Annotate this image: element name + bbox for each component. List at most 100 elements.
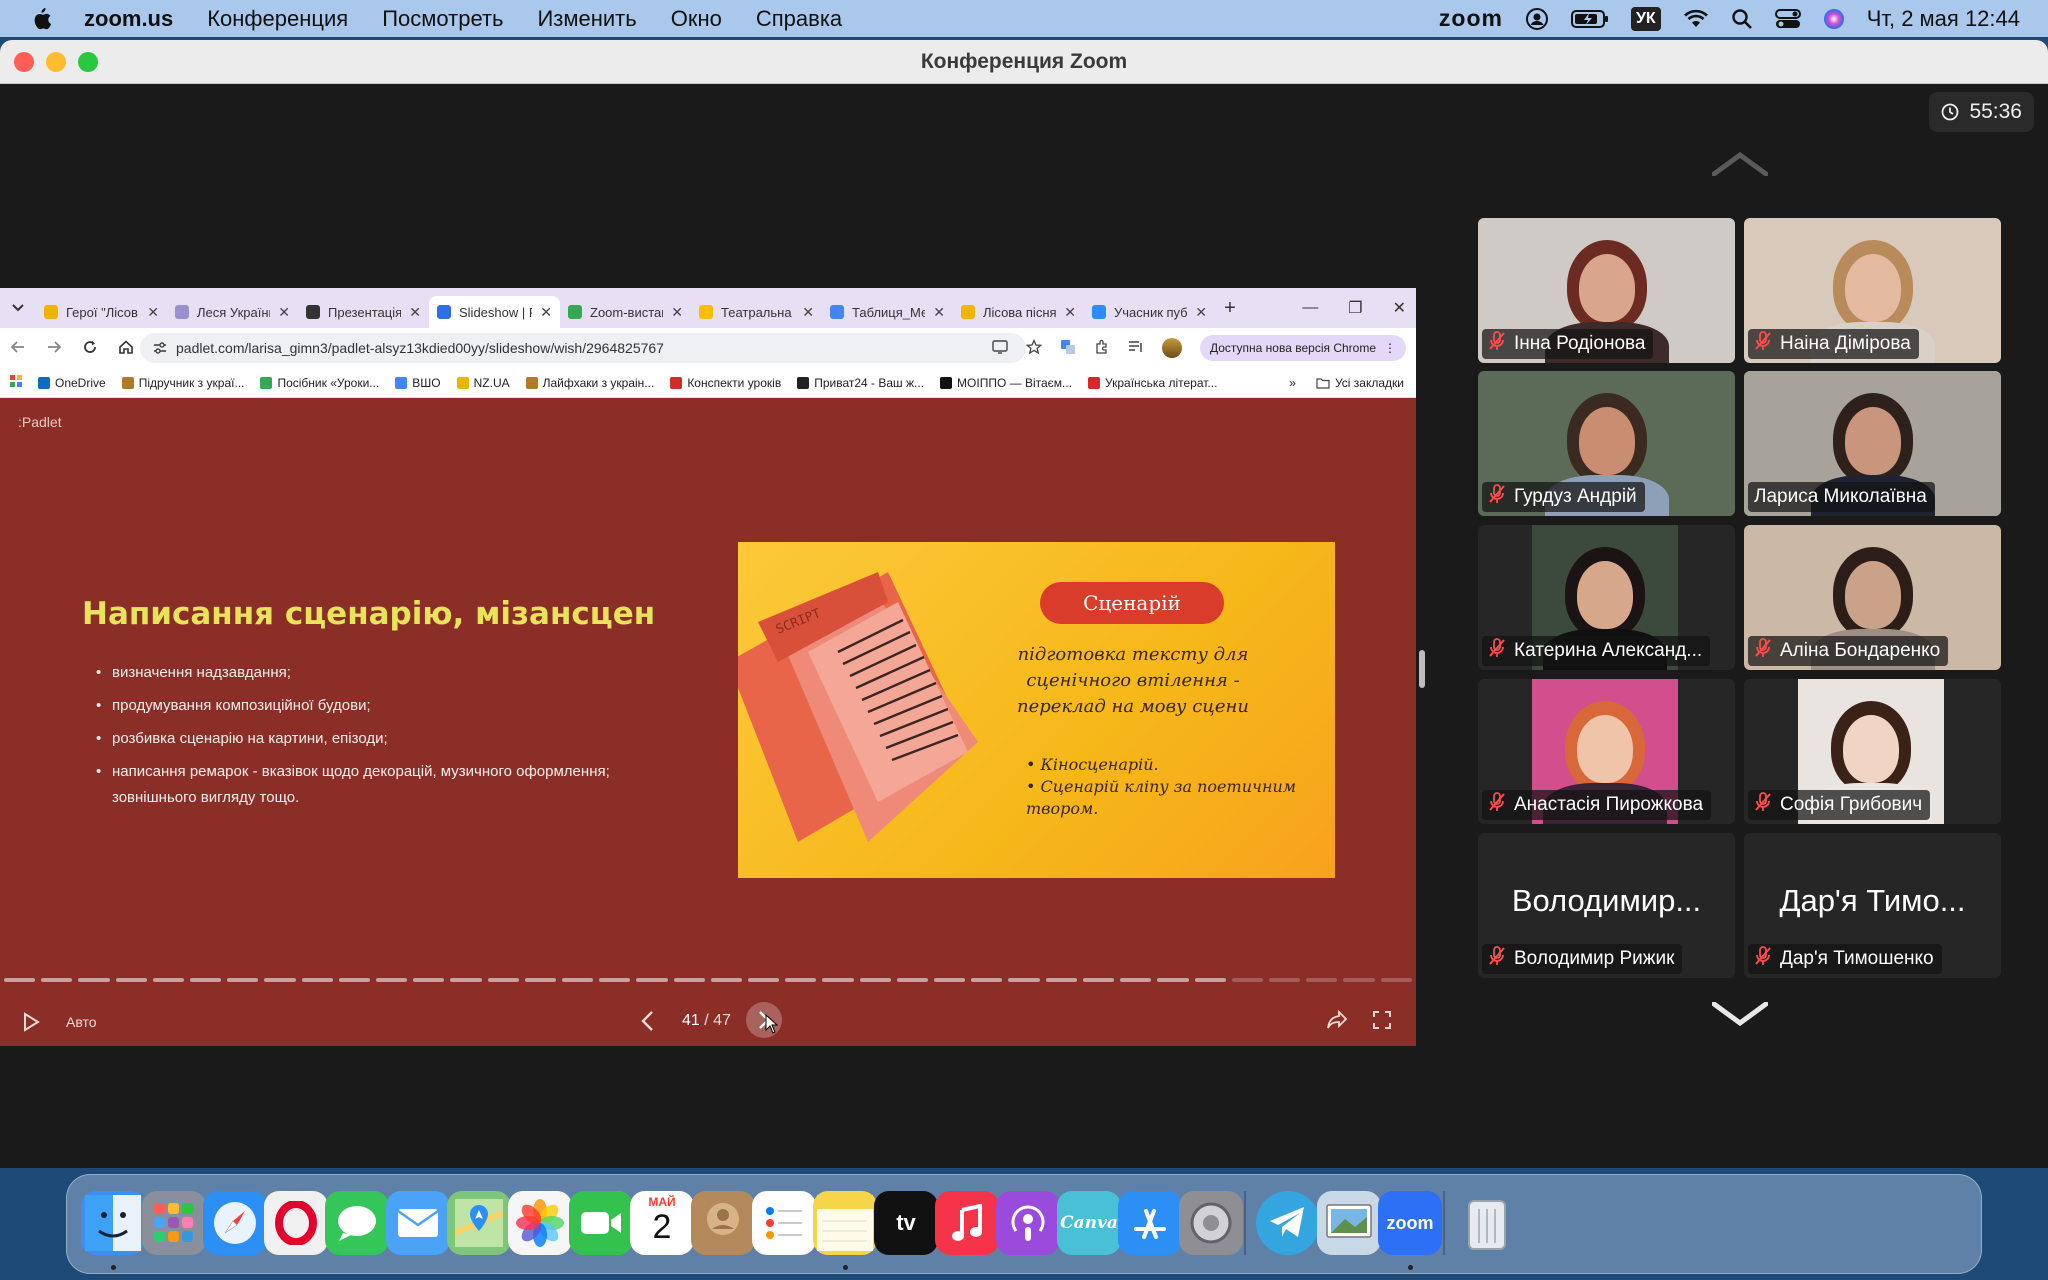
system-settings-icon[interactable] xyxy=(1179,1191,1243,1255)
gallery-scroll-up-button[interactable] xyxy=(1711,151,1769,181)
launchpad-icon[interactable] xyxy=(142,1191,206,1255)
maximize-window-button[interactable] xyxy=(78,52,98,72)
finder-icon[interactable] xyxy=(81,1191,145,1255)
panel-resize-handle[interactable] xyxy=(1419,650,1425,688)
gallery-scroll-down-button[interactable] xyxy=(1711,1001,1769,1031)
participant-tile[interactable]: Катерина Александ... xyxy=(1478,525,1735,670)
reminders-icon[interactable] xyxy=(752,1191,816,1255)
apple-icon[interactable] xyxy=(30,0,74,37)
participant-tile[interactable]: Дар'я Тимо... Дар'я Тимошенко xyxy=(1744,833,2001,978)
browser-tab[interactable]: Герої "Лісов ✕ xyxy=(36,296,167,328)
translate-icon[interactable] xyxy=(1060,339,1076,358)
user-account-icon[interactable] xyxy=(1525,7,1549,31)
safari-icon[interactable] xyxy=(203,1191,267,1255)
notes-icon[interactable] xyxy=(813,1191,877,1255)
participant-tile[interactable]: Софія Грибович xyxy=(1744,679,2001,824)
browser-tab[interactable]: Учасник пуб ✕ xyxy=(1084,296,1215,328)
home-icon[interactable] xyxy=(118,339,134,358)
padlet-logo[interactable]: :Padlet xyxy=(18,414,62,430)
minimize-window-button[interactable] xyxy=(46,52,66,72)
tab-close-icon[interactable]: ✕ xyxy=(409,304,421,321)
menu-view[interactable]: Посмотреть xyxy=(382,6,503,32)
tab-close-icon[interactable]: ✕ xyxy=(540,304,552,321)
browser-close-button[interactable]: ✕ xyxy=(1393,298,1406,318)
control-center-icon[interactable] xyxy=(1774,8,1801,30)
bookmark-item[interactable]: Приват24 - Ваш ж... xyxy=(797,376,924,390)
bookmark-item[interactable]: OneDrive xyxy=(38,376,106,390)
participant-tile[interactable]: Лариса Миколаївна xyxy=(1744,371,2001,516)
siri-icon[interactable] xyxy=(1823,8,1845,30)
browser-tab[interactable]: Лісова пісня ✕ xyxy=(953,296,1084,328)
tab-close-icon[interactable]: ✕ xyxy=(147,304,159,321)
all-bookmarks-folder[interactable]: Усі закладки xyxy=(1316,376,1404,390)
previous-slide-button[interactable] xyxy=(640,1010,656,1036)
browser-tab[interactable]: Zoom-вистав ✕ xyxy=(560,296,691,328)
keyboard-layout-indicator[interactable]: УК xyxy=(1630,6,1661,31)
menu-help[interactable]: Справка xyxy=(756,6,842,32)
menu-edit[interactable]: Изменить xyxy=(537,6,636,32)
app-menu[interactable]: zoom.us xyxy=(84,6,173,32)
slideshow-progress[interactable] xyxy=(4,978,1412,982)
browser-tab[interactable]: Театральна ✕ xyxy=(691,296,822,328)
tab-close-icon[interactable]: ✕ xyxy=(278,304,290,321)
zoom-status-icon[interactable]: zoom xyxy=(1439,5,1503,32)
menubar-clock[interactable]: Чт, 2 мая 12:44 xyxy=(1867,6,2020,32)
forward-arrow-icon[interactable] xyxy=(46,339,62,358)
calendar-icon[interactable]: МАЙ 2 xyxy=(630,1191,694,1255)
close-window-button[interactable] xyxy=(14,52,34,72)
menu-conference[interactable]: Конференция xyxy=(207,6,348,32)
profile-avatar[interactable] xyxy=(1161,338,1182,358)
bookmark-star-icon[interactable] xyxy=(1025,338,1043,358)
photos-icon[interactable] xyxy=(508,1191,572,1255)
browser-tab[interactable]: Презентація ✕ xyxy=(298,296,429,328)
bookmark-item[interactable]: Українська літерат... xyxy=(1088,376,1217,390)
share-icon[interactable] xyxy=(1326,1009,1348,1034)
tab-close-icon[interactable]: ✕ xyxy=(1195,304,1207,321)
zoom-icon[interactable]: zoom xyxy=(1378,1191,1442,1255)
participant-tile[interactable]: Анастасія Пирожкова xyxy=(1478,679,1735,824)
trash-icon[interactable] xyxy=(1455,1191,1519,1255)
address-bar[interactable]: padlet.com/larisa_gimn3/padlet-alsyz13kd… xyxy=(140,333,1026,363)
bookmarks-overflow-icon[interactable]: » xyxy=(1289,376,1296,390)
participant-tile[interactable]: Гурдуз Андрій xyxy=(1478,371,1735,516)
facetime-icon[interactable] xyxy=(569,1191,633,1255)
chrome-update-button[interactable]: Доступна нова версія Chrome ⋮ xyxy=(1199,335,1406,361)
new-tab-button[interactable]: + xyxy=(1215,297,1245,320)
play-icon[interactable] xyxy=(22,1012,40,1036)
browser-tab[interactable]: Таблиця_Ме ✕ xyxy=(822,296,953,328)
app-store-icon[interactable] xyxy=(1118,1191,1182,1255)
reading-list-icon[interactable] xyxy=(1128,340,1144,357)
mail-icon[interactable] xyxy=(386,1191,450,1255)
reload-icon[interactable] xyxy=(82,339,98,358)
participant-tile[interactable]: Аліна Бондаренко xyxy=(1744,525,2001,670)
autoplay-label[interactable]: Авто xyxy=(66,1014,97,1030)
participant-tile[interactable]: Володимир... Володимир Рижик xyxy=(1478,833,1735,978)
telegram-icon[interactable] xyxy=(1256,1191,1320,1255)
apps-grid-icon[interactable] xyxy=(10,375,22,390)
podcasts-icon[interactable] xyxy=(996,1191,1060,1255)
cast-icon[interactable] xyxy=(992,339,1008,357)
participant-tile[interactable]: Наіна Дімірова xyxy=(1744,218,2001,363)
messages-icon[interactable] xyxy=(325,1191,389,1255)
bookmark-item[interactable]: Посібник «Уроки... xyxy=(260,376,379,390)
fullscreen-icon[interactable] xyxy=(1372,1010,1392,1034)
bookmark-item[interactable]: NZ.UA xyxy=(456,376,510,390)
tab-close-icon[interactable]: ✕ xyxy=(802,304,814,321)
contacts-icon[interactable] xyxy=(691,1191,755,1255)
tab-close-icon[interactable]: ✕ xyxy=(933,304,945,321)
site-settings-icon[interactable] xyxy=(152,340,168,359)
tab-close-icon[interactable]: ✕ xyxy=(671,304,683,321)
bookmark-item[interactable]: ВШО xyxy=(395,376,441,390)
url-text[interactable]: padlet.com/larisa_gimn3/padlet-alsyz13kd… xyxy=(176,340,664,356)
browser-restore-button[interactable]: ❐ xyxy=(1348,298,1362,318)
tab-search-icon[interactable] xyxy=(0,301,36,315)
menu-window[interactable]: Окно xyxy=(671,6,722,32)
preview-icon[interactable] xyxy=(1317,1191,1381,1255)
bookmark-item[interactable]: МОІППО — Вітаєм... xyxy=(940,376,1072,390)
spotlight-search-icon[interactable] xyxy=(1731,8,1753,30)
opera-icon[interactable] xyxy=(264,1191,328,1255)
canva-icon[interactable]: Canva xyxy=(1057,1191,1121,1255)
bookmark-item[interactable]: Підручник з украї... xyxy=(121,376,244,390)
bookmark-item[interactable]: Лайфхаки з украін... xyxy=(525,376,654,390)
browser-tab[interactable]: Slideshow | P ✕ xyxy=(429,296,560,328)
